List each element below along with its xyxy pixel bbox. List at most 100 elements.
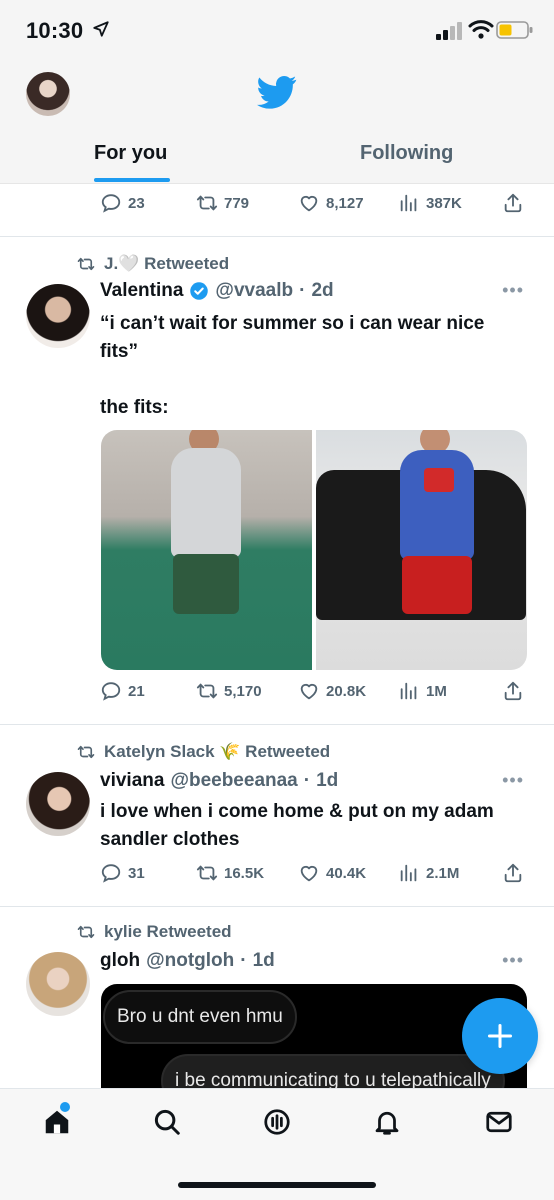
separator-dot: · — [240, 950, 247, 971]
share-button[interactable] — [502, 680, 524, 702]
reply-count: 31 — [128, 864, 145, 882]
retweeted-by-label: Katelyn Slack 🌾 Retweeted — [104, 742, 331, 761]
tweet-header: viviana @beebeeanaa · 1d — [100, 770, 338, 792]
home-icon[interactable] — [42, 1107, 72, 1137]
share-icon — [504, 681, 522, 701]
messages-icon[interactable] — [484, 1107, 514, 1137]
retweet-icon — [77, 925, 95, 939]
active-tab-indicator — [94, 178, 170, 182]
spaces-icon[interactable] — [262, 1107, 292, 1137]
timeline-header: For you Following — [0, 62, 554, 184]
photo-detail — [400, 450, 474, 560]
reply-icon — [101, 682, 121, 701]
analytics-icon — [400, 864, 417, 882]
tweet-text: “i can’t wait for summer so i can wear n… — [100, 313, 485, 418]
media-image-2[interactable] — [316, 430, 527, 670]
share-icon — [504, 863, 522, 883]
reply-button[interactable]: 23 — [100, 192, 145, 214]
author-name[interactable]: Valentina — [100, 280, 183, 302]
reply-icon — [101, 864, 121, 883]
tweet-media[interactable] — [101, 430, 527, 670]
retweet-count: 16.5K — [224, 864, 265, 882]
views-button[interactable]: 1M — [398, 680, 447, 702]
tweet-time: 1d — [252, 950, 275, 971]
like-count: 8,127 — [326, 194, 364, 212]
search-icon[interactable] — [152, 1107, 182, 1137]
retweet-button[interactable]: 5,170 — [196, 680, 262, 702]
retweeted-by[interactable]: kylie Retweeted — [76, 922, 232, 942]
retweeted-by[interactable]: Katelyn Slack 🌾 Retweeted — [76, 742, 330, 762]
tweet-time: 1d — [316, 770, 339, 791]
reply-icon — [101, 194, 121, 213]
tweet-header: Valentina @vvaalb · 2d — [100, 280, 334, 302]
views-button[interactable]: 2.1M — [398, 862, 459, 884]
more-options-icon[interactable]: ••• — [502, 770, 524, 791]
tweet-actions: 23 779 8,127 387K — [100, 192, 530, 222]
home-indicator[interactable] — [178, 1182, 376, 1188]
notifications-icon[interactable] — [372, 1107, 402, 1137]
retweet-icon — [196, 865, 218, 881]
retweet-icon — [196, 195, 218, 211]
retweeted-by-label: kylie Retweeted — [104, 922, 232, 941]
photo-detail — [173, 554, 239, 614]
tab-for-you[interactable]: For you — [94, 142, 167, 165]
retweeted-by-label: J.🤍 Retweeted — [104, 254, 230, 273]
views-button[interactable]: 387K — [398, 192, 462, 214]
author-handle[interactable]: @notgloh — [146, 950, 234, 972]
share-button[interactable] — [502, 862, 524, 884]
share-icon — [504, 193, 522, 213]
photo-detail — [171, 448, 241, 558]
retweet-count: 5,170 — [224, 682, 262, 700]
profile-avatar[interactable] — [26, 72, 70, 116]
reply-count: 21 — [128, 682, 145, 700]
retweet-icon — [196, 683, 218, 699]
like-button[interactable]: 8,127 — [298, 192, 364, 214]
author-handle[interactable]: @beebeeanaa — [170, 770, 297, 792]
heart-icon — [300, 683, 318, 700]
more-options-icon[interactable]: ••• — [502, 950, 524, 971]
like-button[interactable]: 40.4K — [298, 862, 366, 884]
verified-badge-icon — [190, 282, 209, 300]
media-image-1[interactable] — [101, 430, 312, 670]
author-name[interactable]: viviana — [100, 770, 164, 792]
like-button[interactable]: 20.8K — [298, 680, 366, 702]
more-options-icon[interactable]: ••• — [502, 280, 524, 301]
tweet-time: 2d — [311, 280, 334, 301]
reply-button[interactable]: 21 — [100, 680, 145, 702]
location-arrow-icon — [93, 21, 109, 37]
like-count: 40.4K — [326, 864, 367, 882]
timeline-feed[interactable]: 23 779 8,127 387K J.🤍 Retweeted Valentin… — [0, 184, 554, 1088]
compose-tweet-button[interactable] — [462, 998, 538, 1074]
retweet-button[interactable]: 16.5K — [196, 862, 264, 884]
separator-dot: · — [299, 280, 306, 301]
reply-count: 23 — [128, 194, 145, 212]
tweet-header: gloh @notgloh · 1d — [100, 950, 275, 972]
separator-dot: · — [303, 770, 311, 791]
avatar[interactable] — [26, 284, 90, 348]
tweet-actions: 21 5,170 20.8K 1M — [100, 680, 530, 710]
tab-following[interactable]: Following — [360, 142, 453, 165]
retweet-button[interactable]: 779 — [196, 192, 249, 214]
tweet-divider — [0, 724, 554, 725]
message-bubble: Bro u dnt even hmu — [103, 990, 297, 1044]
retweet-count: 779 — [224, 194, 250, 212]
cellular-signal-icon — [436, 22, 462, 40]
avatar[interactable] — [26, 952, 90, 1016]
tweet-actions: 31 16.5K 40.4K 2.1M — [100, 862, 530, 892]
tweet-divider — [0, 906, 554, 907]
heart-icon — [300, 865, 318, 882]
view-count: 1M — [426, 682, 447, 700]
status-bar: 10:30 — [0, 0, 554, 62]
author-name[interactable]: gloh — [100, 950, 140, 972]
compose-icon — [487, 1023, 513, 1049]
status-time: 10:30 — [26, 18, 84, 43]
analytics-icon — [400, 682, 417, 700]
share-button[interactable] — [502, 192, 524, 214]
battery-icon — [496, 21, 533, 39]
author-handle[interactable]: @vvaalb — [215, 280, 293, 302]
twitter-bird-logo-icon — [257, 76, 297, 109]
retweeted-by[interactable]: J.🤍 Retweeted — [76, 254, 229, 274]
avatar[interactable] — [26, 772, 90, 836]
photo-detail — [402, 556, 472, 614]
reply-button[interactable]: 31 — [100, 862, 145, 884]
